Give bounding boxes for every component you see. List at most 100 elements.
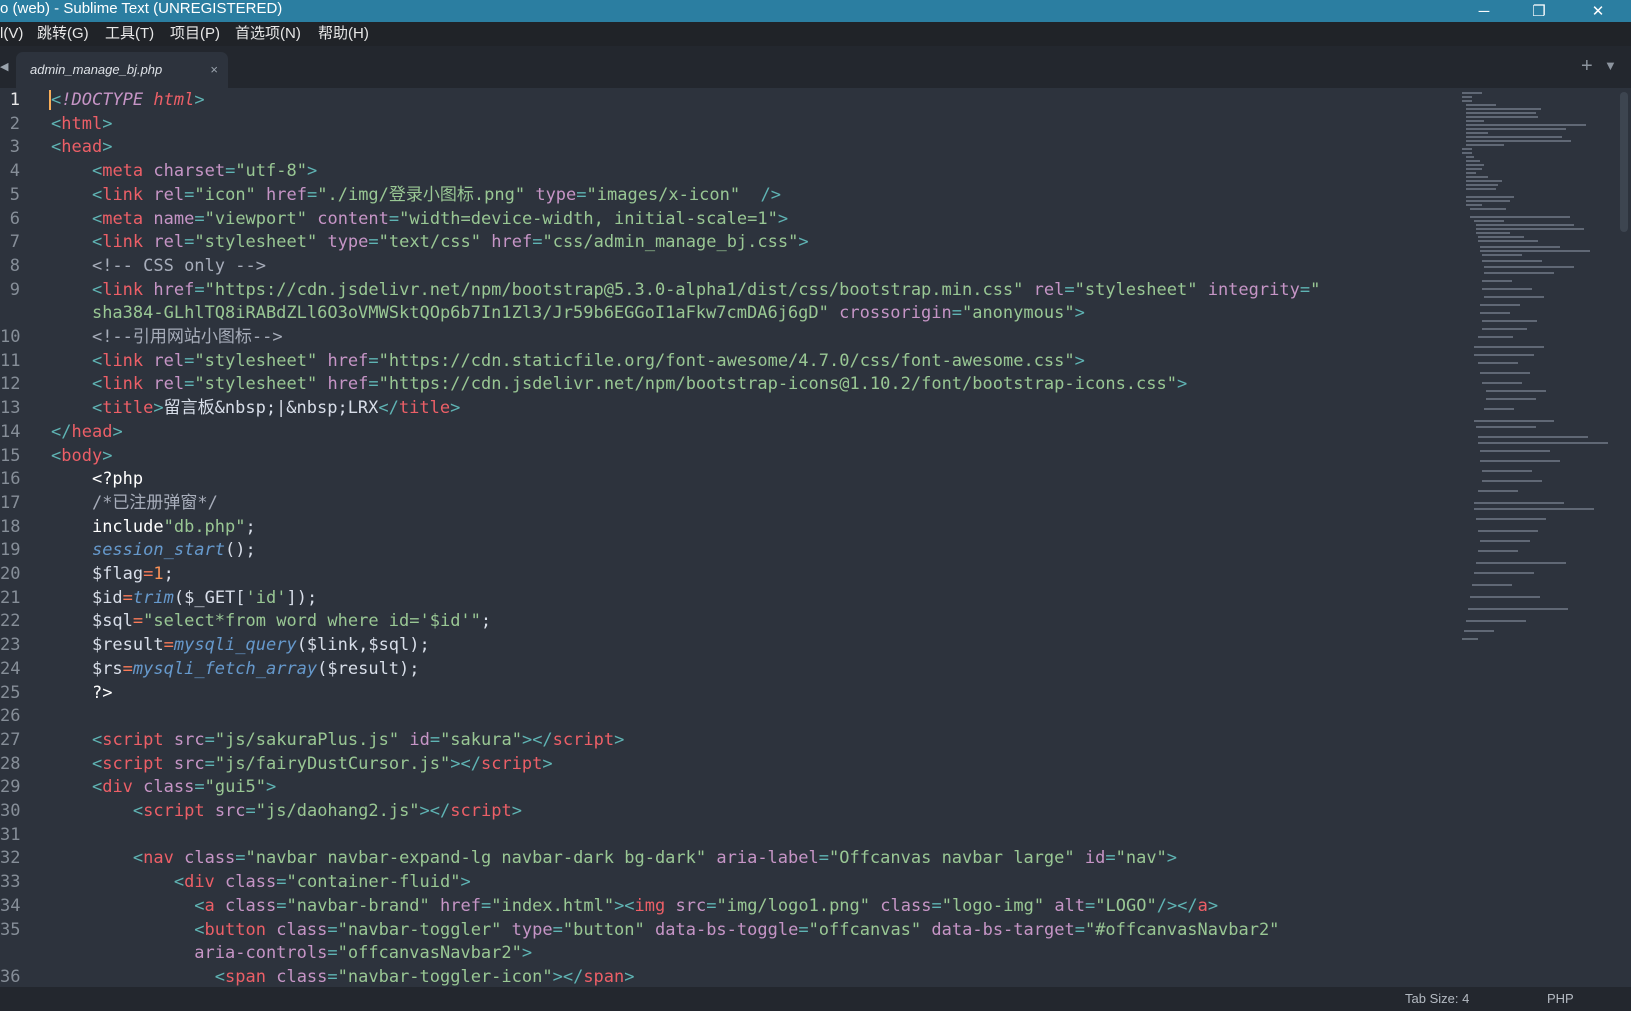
code-token: script — [102, 753, 164, 774]
line-number: 25 — [0, 682, 21, 703]
code-token: "js/sakuraPlus.js" — [214, 729, 400, 750]
code-token: aria-label — [716, 848, 819, 869]
code-line: <button class="navbar-toggler" type="but… — [51, 918, 1279, 942]
code-editor[interactable]: 1 2 3 4 5 6 7 8 9 10 11 12 13 14 15 16 17 18 19 20 21 22 23 24 2… — [0, 88, 1631, 987]
minimize-icon[interactable]: ─ — [1462, 0, 1506, 22]
code-token: "text/css" — [378, 232, 482, 253]
code-token: id — [409, 729, 430, 750]
code-token: "https://cdn.staticfile.org/font-awesome… — [378, 350, 1075, 371]
vertical-scrollbar[interactable] — [1620, 92, 1628, 232]
code-token: = — [184, 350, 195, 371]
code-token: = — [388, 208, 400, 229]
code-token: div — [184, 872, 215, 893]
tab-admin-manage-bj[interactable]: admin_manage_bj.php × — [16, 52, 228, 88]
code-token: html — [153, 90, 195, 110]
code-token: button — [204, 919, 266, 940]
code-token: > — [102, 137, 113, 158]
code-line: <html> — [51, 112, 112, 136]
tab-list-dropdown-icon[interactable]: ▼ — [1604, 54, 1617, 78]
tab-size-indicator[interactable]: Tab Size: 4 — [1405, 987, 1469, 1011]
code-token: < — [132, 848, 144, 869]
code-area[interactable]: <!DOCTYPE html> <html> <head> <meta charse… — [51, 88, 1451, 987]
code-token: <!--引用网站小图标--> — [91, 327, 283, 347]
code-token: name — [153, 208, 195, 229]
code-token: class — [276, 966, 328, 987]
tab-close-icon[interactable]: × — [210, 52, 218, 88]
code-line: $id=trim($_GET['id']); — [51, 586, 317, 610]
code-token: alt — [1054, 895, 1086, 916]
code-token: script — [102, 729, 164, 750]
menu-goto[interactable]: 跳转(G) — [37, 22, 89, 46]
code-token: "viewport" — [204, 208, 307, 229]
code-token: script — [480, 753, 543, 774]
code-token: < — [214, 966, 226, 987]
code-token: = — [194, 279, 205, 300]
line-number: 1 — [9, 90, 20, 110]
code-line: <div class="container-fluid"> — [51, 870, 471, 894]
code-token: ($link,$sql); — [296, 635, 430, 656]
code-token: head — [61, 137, 103, 158]
code-token: = — [368, 374, 379, 395]
code-token: src — [214, 801, 246, 821]
code-token: class — [880, 895, 932, 916]
code-token: </ — [51, 421, 72, 442]
maximize-icon[interactable]: ❐ — [1517, 0, 1561, 22]
code-token: content — [317, 208, 389, 229]
code-line: <!-- CSS only --> — [51, 254, 266, 278]
code-token: > — [266, 777, 277, 798]
menu-project[interactable]: 项目(P) — [170, 22, 220, 46]
minimap[interactable] — [1460, 90, 1620, 650]
code-token: < — [51, 137, 62, 158]
code-token: data-bs-target — [931, 919, 1075, 940]
code-token: = — [429, 729, 441, 750]
new-tab-icon[interactable]: + — [1581, 54, 1593, 78]
menu-help[interactable]: 帮助(H) — [318, 22, 369, 46]
syntax-indicator[interactable]: PHP — [1547, 987, 1574, 1011]
code-line: <!--引用网站小图标--> — [51, 325, 283, 349]
code-token: /> — [760, 184, 782, 205]
tab-scroll-left-icon[interactable]: ◀ — [0, 60, 8, 73]
line-number: 6 — [9, 208, 20, 229]
line-number-gutter: 1 2 3 4 5 6 7 8 9 10 11 12 13 14 15 16 17 18 19 20 21 22 23 24 2… — [0, 88, 46, 987]
code-token: ; — [480, 611, 492, 632]
menu-view[interactable]: l(V) — [0, 22, 23, 46]
code-line: <a class="navbar-brand" href="index.html… — [51, 894, 1218, 918]
line-number: 11 — [0, 350, 21, 371]
code-token: "img/logo1.png" — [716, 895, 871, 916]
code-token: (); — [225, 540, 256, 561]
menu-preferences[interactable]: 首选项(N) — [235, 22, 301, 46]
code-token: > — [511, 801, 522, 821]
code-line: $flag=1; — [51, 562, 174, 586]
code-token: $result — [91, 635, 164, 656]
code-token: a — [204, 895, 215, 916]
code-token: 留言板&nbsp;|&nbsp;LRX — [163, 398, 379, 419]
code-token: > — [194, 90, 205, 110]
code-token: </ — [378, 398, 399, 419]
code-token: = — [327, 919, 338, 940]
menu-tools[interactable]: 工具(T) — [105, 22, 154, 46]
close-icon[interactable]: ✕ — [1576, 0, 1620, 22]
code-token: < — [194, 919, 205, 940]
code-token: ></ — [552, 966, 584, 987]
code-token: ></ — [521, 729, 553, 750]
code-token: body — [61, 445, 103, 466]
line-number: 24 — [0, 658, 21, 679]
code-token: class — [184, 848, 236, 869]
line-number: 14 — [0, 421, 21, 442]
code-token: < — [91, 777, 103, 798]
code-token: <?php — [91, 469, 144, 490]
code-token: = — [532, 232, 543, 253]
code-token: = — [368, 350, 379, 371]
